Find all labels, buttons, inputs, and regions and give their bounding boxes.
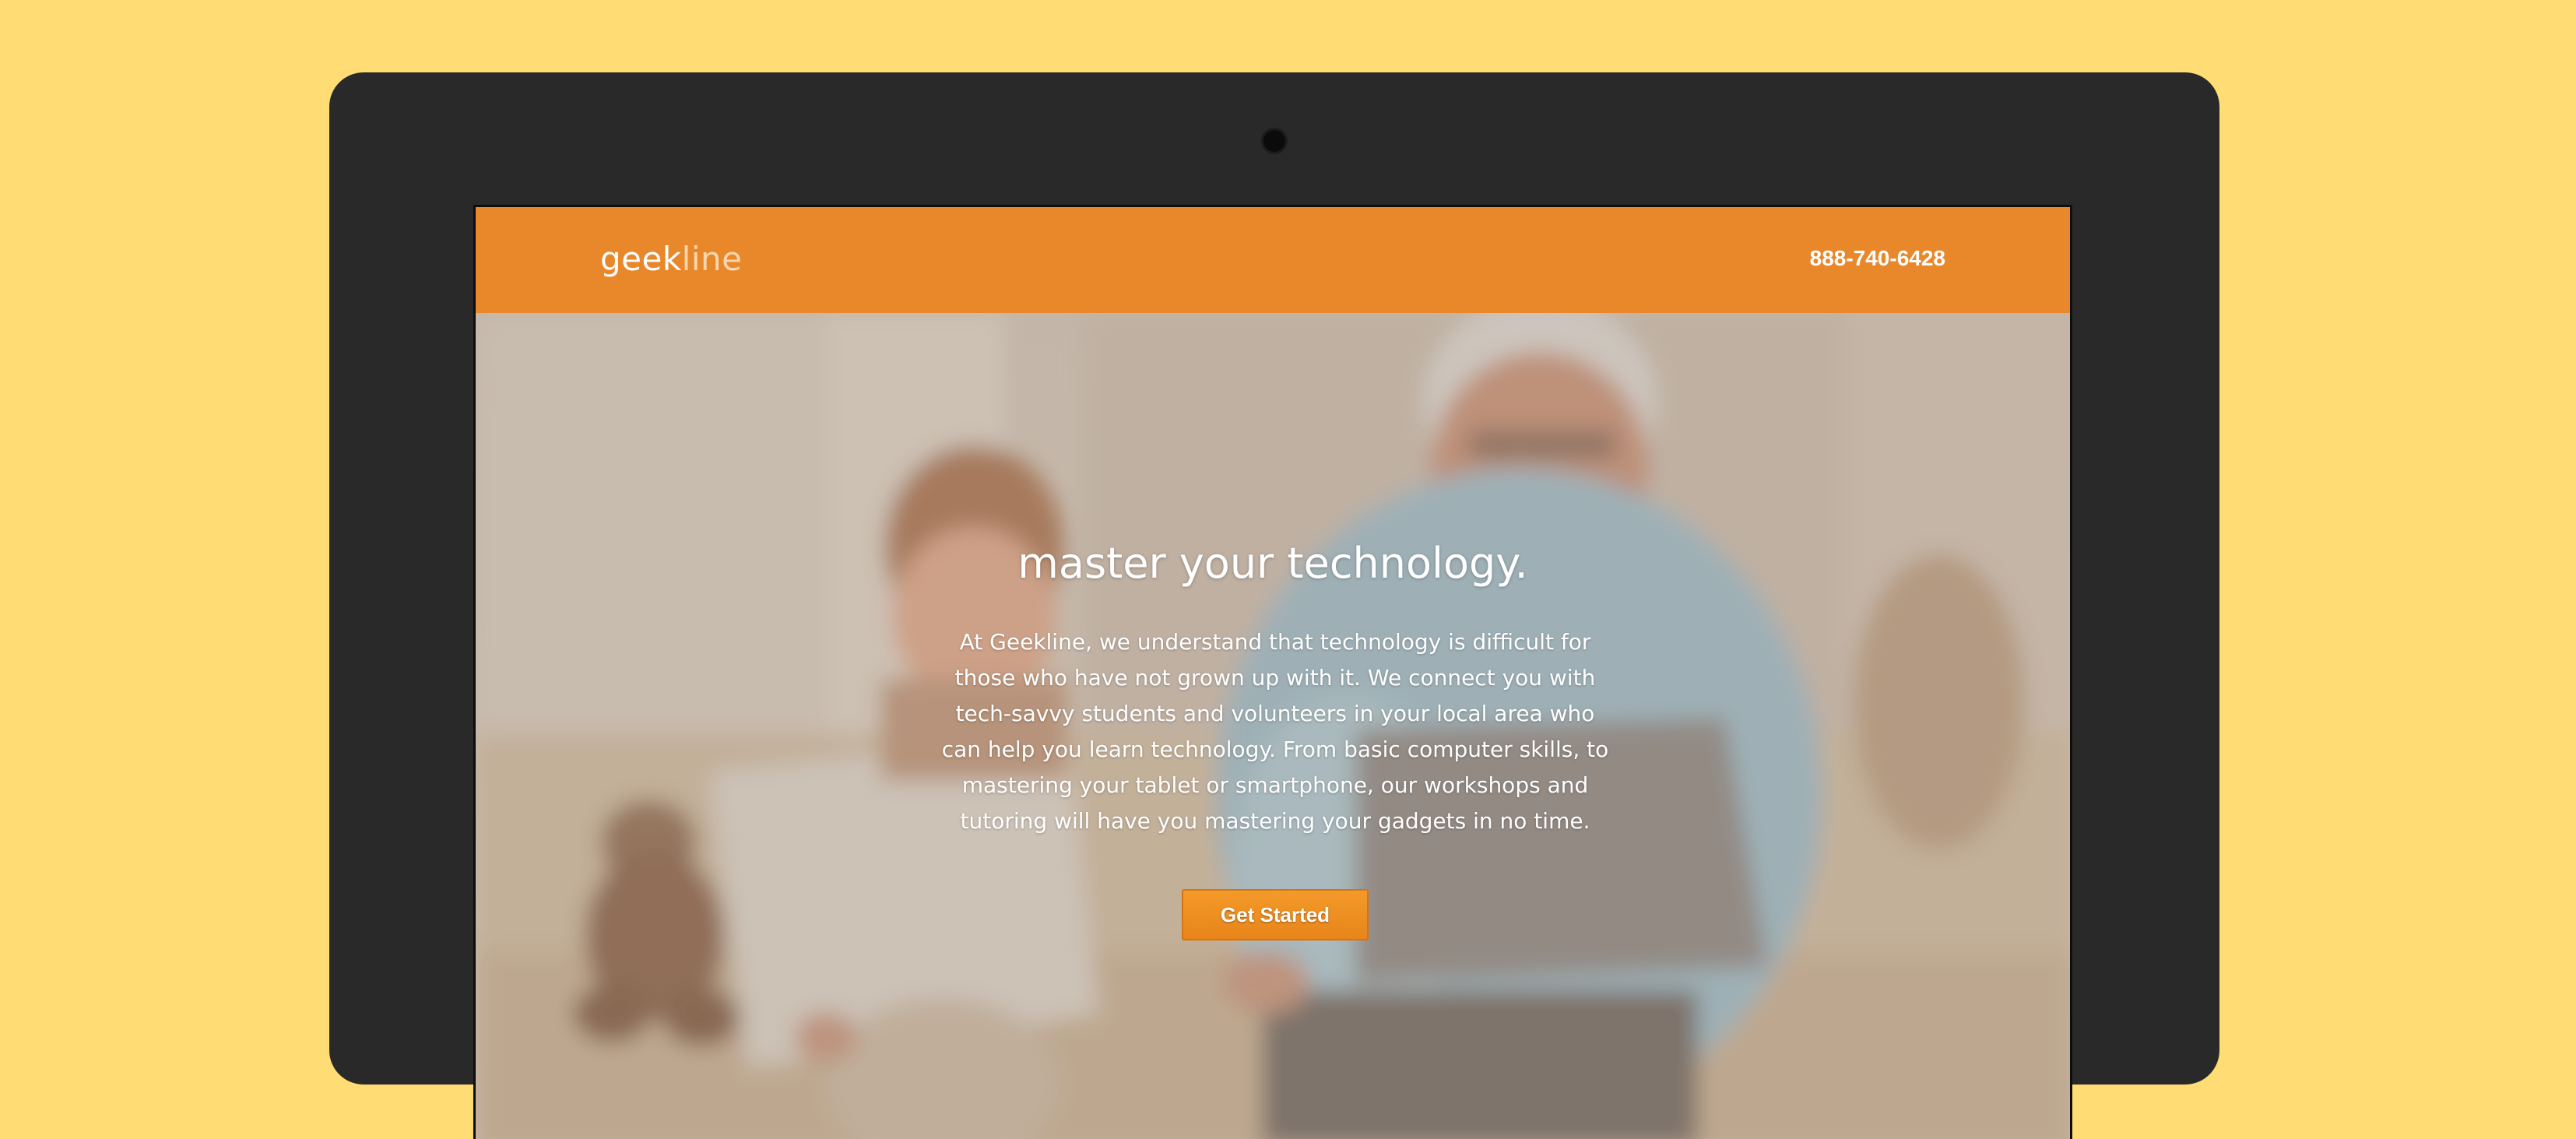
laptop-frame: geekline 888-740-6428 master your techno… xyxy=(329,72,2219,1139)
get-started-button[interactable]: Get Started xyxy=(1182,889,1369,940)
logo-secondary: line xyxy=(681,240,743,278)
site-header: geekline 888-740-6428 xyxy=(476,207,2070,313)
hero-headline: master your technology. xyxy=(1017,539,1528,588)
browser-viewport: geekline 888-740-6428 master your techno… xyxy=(473,205,2072,1139)
hero-description: At Geekline, we understand that technolo… xyxy=(941,629,1609,834)
logo[interactable]: geekline xyxy=(600,240,742,278)
logo-primary: geek xyxy=(600,240,682,278)
camera-dot-icon xyxy=(1263,130,1285,152)
phone-number[interactable]: 888-740-6428 xyxy=(1810,246,1945,271)
hero-section: master your technology. At Geekline, we … xyxy=(476,313,2070,1139)
